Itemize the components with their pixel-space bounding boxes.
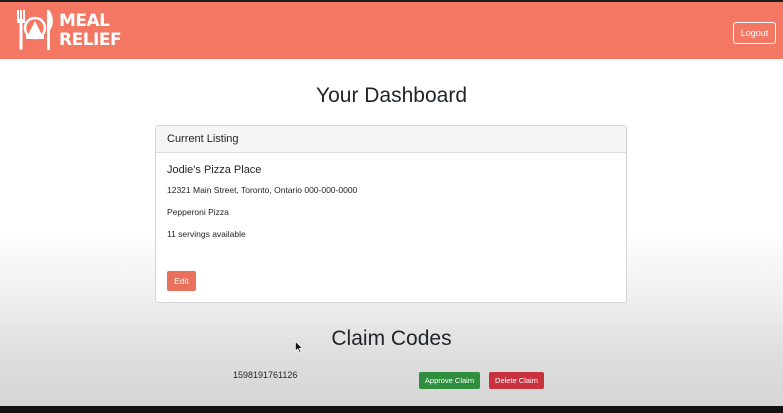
servings-available: 11 servings available [167, 229, 246, 239]
claim-code: 1598191761126 [233, 370, 298, 380]
current-listing-card: Current Listing Jodie's Pizza Place 1232… [155, 125, 627, 303]
page-title: Your Dashboard [316, 84, 467, 107]
section-title-claim-codes: Claim Codes [331, 327, 452, 350]
fork-knife-plate-icon [17, 10, 53, 50]
mouse-cursor-icon [295, 341, 303, 353]
food-item: Pepperoni Pizza [167, 207, 229, 217]
delete-claim-button[interactable]: Delete Claim [489, 372, 544, 389]
app-logo[interactable]: MEAL RELIEF [14, 8, 122, 54]
approve-claim-button[interactable]: Approve Claim [419, 372, 480, 389]
logo-line-1: MEAL [59, 11, 110, 31]
restaurant-address: 12321 Main Street, Toronto, Ontario 000-… [167, 185, 358, 195]
logout-button[interactable]: Logout [733, 22, 776, 44]
top-navbar: MEAL RELIEF Logout [0, 2, 783, 59]
edit-button[interactable]: Edit [167, 271, 196, 291]
bottom-edge [0, 406, 783, 413]
card-header: Current Listing [156, 126, 626, 153]
restaurant-name: Jodie's Pizza Place [167, 164, 262, 176]
logo-line-2: RELIEF [59, 30, 122, 50]
logo-wordmark: MEAL RELIEF [59, 11, 122, 50]
